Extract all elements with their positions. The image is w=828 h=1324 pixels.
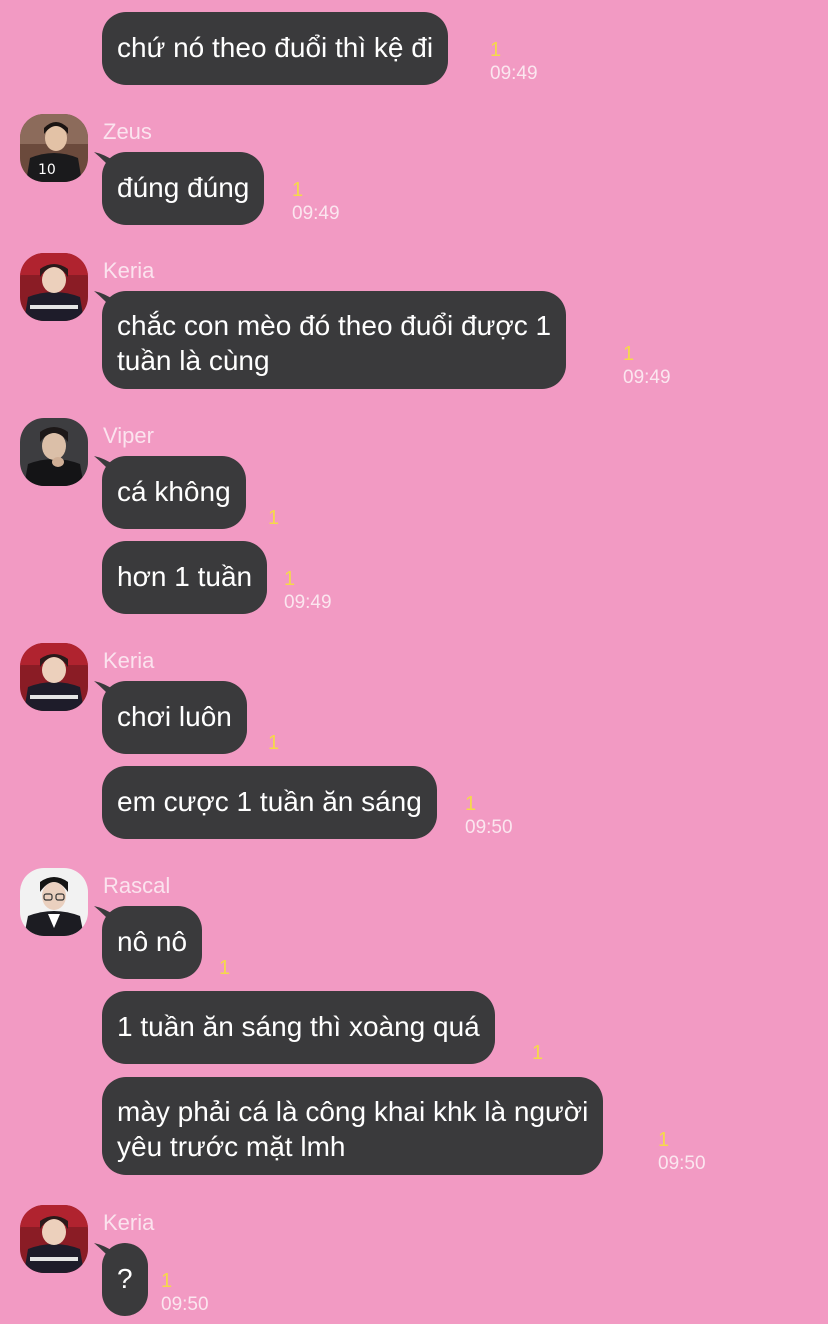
message-text: đúng đúng	[117, 172, 250, 203]
message-text: 1 tuần ăn sáng thì xoàng quá	[117, 1011, 480, 1042]
avatar-image: 10	[20, 114, 88, 182]
message-bubble[interactable]: chứ nó theo đuổi thì kệ đi	[102, 12, 449, 85]
avatar-image	[20, 1205, 88, 1273]
sender-name: Keria	[103, 258, 155, 283]
message-bubble[interactable]: 1 tuần ăn sáng thì xoàng quá	[102, 991, 495, 1064]
unread-count: 1	[219, 957, 231, 979]
message-text-line: tuần là cùng	[117, 345, 270, 376]
message-text: hơn 1 tuần	[117, 561, 253, 592]
message-bubble[interactable]: chắc con mèo đó theo đuổi được 1 tuần là…	[102, 291, 567, 389]
message-meta: 1	[268, 731, 279, 755]
message-bubble[interactable]: nô nô	[102, 906, 203, 979]
sender-name: Rascal	[103, 873, 171, 898]
avatar-keria[interactable]	[20, 643, 88, 711]
avatar-keria[interactable]	[20, 1205, 88, 1273]
unread-count: 1	[490, 39, 502, 61]
unread-count: 1	[465, 793, 477, 815]
message-time: 09:50	[658, 1153, 706, 1174]
message-meta: 1	[532, 1041, 543, 1065]
avatar-keria[interactable]	[20, 253, 88, 321]
message-text-line: chắc con mèo đó theo đuổi được 1	[117, 310, 552, 341]
unread-count: 1	[658, 1129, 670, 1151]
message-meta: 1	[268, 506, 279, 530]
message-text-line: yêu trước mặt lmh	[117, 1131, 346, 1162]
message-text: cá không	[117, 476, 231, 507]
avatar-zeus[interactable]: 10	[20, 114, 88, 182]
message-meta: 1 09:50	[161, 1269, 209, 1317]
message-meta: 1 09:49	[284, 567, 332, 615]
unread-count: 1	[623, 343, 635, 365]
unread-count: 1	[161, 1270, 173, 1292]
unread-count: 1	[284, 568, 296, 590]
message-meta: 1 09:49	[490, 38, 538, 86]
avatar-image	[20, 868, 88, 936]
message-bubble[interactable]: hơn 1 tuần	[102, 541, 268, 614]
message-time: 09:49	[284, 592, 332, 613]
message-time: 09:49	[292, 203, 340, 224]
message-bubble[interactable]: chơi luôn	[102, 681, 247, 754]
message-meta: 1	[219, 956, 230, 980]
message-time: 09:49	[490, 63, 538, 84]
sender-name: Keria	[103, 1210, 155, 1235]
message-time: 09:49	[623, 367, 671, 388]
message-bubble[interactable]: em cược 1 tuần ăn sáng	[102, 766, 437, 839]
message-text: chơi luôn	[117, 701, 232, 732]
message-bubble[interactable]: ?	[102, 1243, 148, 1316]
sender-name: Keria	[103, 648, 155, 673]
avatar-image	[20, 253, 88, 321]
message-meta: 1 09:49	[292, 178, 340, 226]
message-text: nô nô	[117, 926, 188, 957]
message-text-line: mày phải cá là công khai khk là người	[117, 1096, 589, 1127]
message-bubble[interactable]: đúng đúng	[102, 152, 265, 225]
message-meta: 1 09:50	[658, 1128, 706, 1176]
svg-text:10: 10	[38, 162, 56, 178]
message-bubble[interactable]: mày phải cá là công khai khk là người yê…	[102, 1077, 604, 1175]
message-meta: 1 09:49	[623, 342, 671, 390]
sender-name: Zeus	[103, 119, 152, 144]
unread-count: 1	[292, 179, 304, 201]
unread-count: 1	[532, 1042, 544, 1064]
sender-name: Viper	[103, 423, 154, 448]
unread-count: 1	[268, 732, 280, 754]
avatar-image	[20, 643, 88, 711]
unread-count: 1	[268, 507, 280, 529]
avatar-viper[interactable]	[20, 418, 88, 486]
avatar-image	[20, 418, 88, 486]
message-text: em cược 1 tuần ăn sáng	[117, 786, 422, 817]
avatar-rascal[interactable]	[20, 868, 88, 936]
message-time: 09:50	[161, 1294, 209, 1315]
message-meta: 1 09:50	[465, 792, 513, 840]
message-time: 09:50	[465, 817, 513, 838]
message-bubble[interactable]: cá không	[102, 456, 246, 529]
message-text: ?	[117, 1263, 133, 1294]
message-text: chứ nó theo đuổi thì kệ đi	[117, 32, 434, 63]
